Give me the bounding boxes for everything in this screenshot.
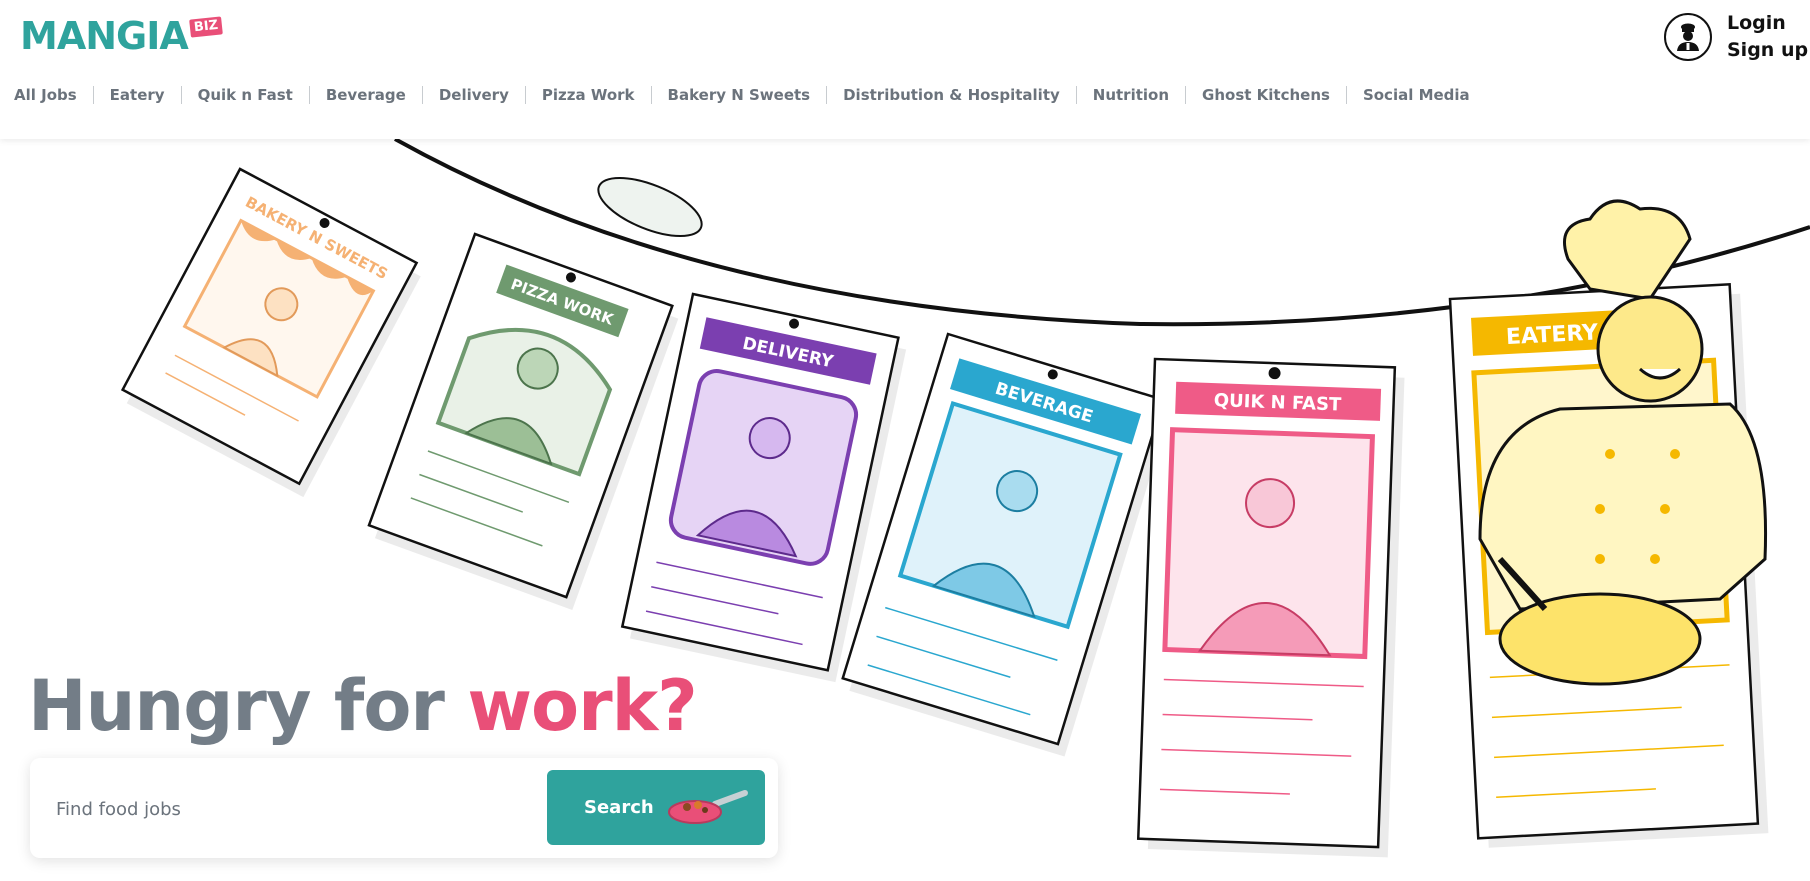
site-header: MANGIA BIZ All Jobs Eatery Quik n Fast B…	[0, 0, 1810, 139]
nav-item-delivery[interactable]: Delivery	[423, 86, 526, 104]
nav-item-bakery-n-sweets[interactable]: Bakery N Sweets	[652, 86, 828, 104]
frying-pan-icon	[668, 790, 748, 824]
bakery-card: BAKERY N SWEETS	[120, 167, 421, 498]
nav-item-nutrition[interactable]: Nutrition	[1077, 86, 1187, 104]
nav-item-beverage[interactable]: Beverage	[310, 86, 423, 104]
eatery-card-label: EATERY	[1505, 320, 1599, 350]
login-link[interactable]: Login	[1727, 10, 1808, 37]
quik-n-fast-card-label: QUIK N FAST	[1213, 390, 1342, 415]
nav-item-eatery[interactable]: Eatery	[94, 86, 182, 104]
quik-n-fast-card: QUIK N FAST	[1136, 357, 1405, 858]
hero-headline: Hungry for work?	[28, 664, 698, 748]
mangia-logo[interactable]: MANGIA BIZ	[20, 14, 223, 58]
category-nav: All Jobs Eatery Quik n Fast Beverage Del…	[0, 86, 1486, 104]
auth-links: Login Sign up	[1727, 10, 1808, 64]
nav-item-quik-n-fast[interactable]: Quik n Fast	[182, 86, 310, 104]
chef-avatar-icon[interactable]	[1664, 13, 1712, 61]
headline-main: Hungry for	[28, 665, 468, 747]
nav-item-social-media[interactable]: Social Media	[1347, 86, 1486, 104]
nav-item-distribution-hospitality[interactable]: Distribution & Hospitality	[827, 86, 1077, 104]
logo-badge: BIZ	[188, 16, 223, 38]
search-button-label: Search	[584, 797, 654, 818]
logo-wordmark: MANGIA	[20, 14, 189, 58]
search-input[interactable]	[54, 788, 538, 830]
account-menu: Login Sign up	[1664, 10, 1808, 64]
job-search-form: Search	[30, 758, 778, 858]
nav-item-all-jobs[interactable]: All Jobs	[0, 86, 94, 104]
search-button[interactable]: Search	[547, 770, 765, 845]
signup-link[interactable]: Sign up	[1727, 37, 1808, 64]
headline-accent: work?	[467, 665, 697, 747]
nav-item-ghost-kitchens[interactable]: Ghost Kitchens	[1186, 86, 1347, 104]
nav-item-pizza-work[interactable]: Pizza Work	[526, 86, 652, 104]
